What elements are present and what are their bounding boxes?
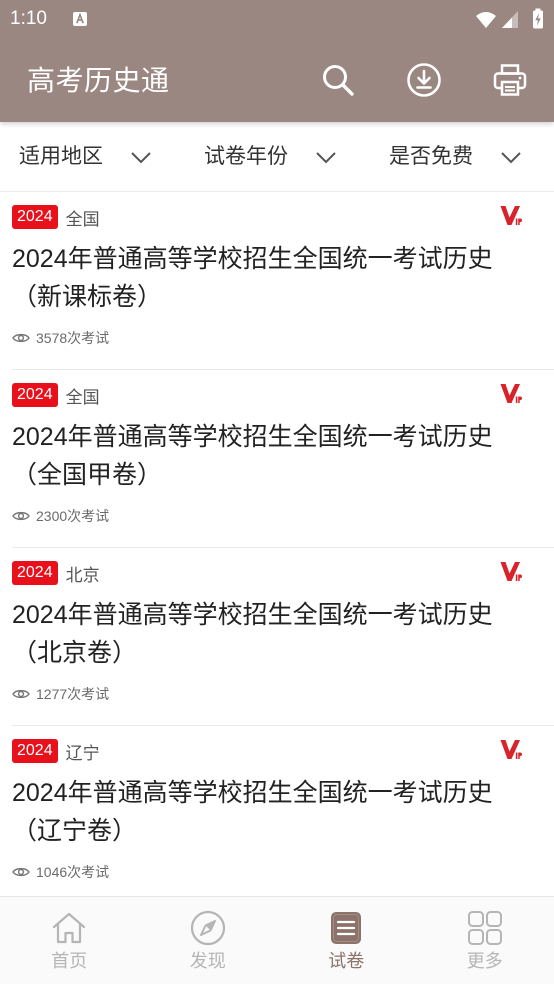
app-bar: 高考历史通	[0, 40, 554, 122]
paper-title: 2024年普通高等学校招生全国统一考试历史（辽宁卷）	[12, 779, 493, 845]
search-icon	[323, 65, 354, 96]
region-label: 辽宁	[65, 743, 100, 763]
nav-label-discover: 发现	[189, 951, 226, 971]
year-badge: 2024	[12, 561, 58, 585]
download-icon	[407, 63, 441, 97]
chevron-down-icon	[501, 152, 521, 164]
region-label: 北京	[65, 565, 100, 585]
eye-icon	[12, 867, 30, 877]
filter-free-label: 是否免费	[389, 145, 473, 168]
year-badge: 2024	[12, 205, 58, 229]
paper-list-item[interactable]: 2024 全国 2024年普通高等学校招生全国统一考试历史（新课标卷） 3578…	[12, 192, 554, 370]
nav-label-more: 更多	[466, 951, 503, 971]
home-icon	[53, 912, 86, 944]
region-label: 全国	[65, 209, 100, 229]
paper-list-item[interactable]: 2024 辽宁 2024年普通高等学校招生全国统一考试历史（辽宁卷） 1046次…	[12, 726, 554, 904]
paper-title: 2024年普通高等学校招生全国统一考试历史（新课标卷）	[12, 245, 493, 311]
nav-item-discover[interactable]: 发现	[139, 897, 278, 984]
view-count: 3578次考试	[36, 330, 110, 346]
paper-meta: 1046次考试	[12, 862, 542, 882]
year-badge: 2024	[12, 739, 58, 763]
print-icon	[493, 64, 527, 96]
paper-list-item[interactable]: 2024 全国 2024年普通高等学校招生全国统一考试历史（全国甲卷） 2300…	[12, 370, 554, 548]
status-icons	[476, 8, 543, 29]
bottom-nav: 首页 发现 试卷 更多	[0, 896, 554, 984]
filter-region-label: 适用地区	[19, 145, 103, 168]
compass-icon	[190, 910, 225, 946]
view-count: 1277次考试	[36, 686, 110, 702]
vip-icon	[500, 740, 522, 759]
paper-head: 2024 辽宁	[12, 739, 542, 763]
paper-meta: 3578次考试	[12, 328, 542, 348]
nav-item-home[interactable]: 首页	[0, 897, 139, 984]
chevron-down-icon	[131, 152, 151, 164]
paper-title: 2024年普通高等学校招生全国统一考试历史（全国甲卷）	[12, 423, 493, 489]
filter-year-label: 试卷年份	[204, 145, 288, 168]
view-count: 2300次考试	[36, 508, 110, 524]
eye-icon	[12, 689, 30, 699]
app-title: 高考历史通	[27, 65, 170, 96]
battery-charging-icon	[533, 8, 543, 29]
eye-icon	[12, 333, 30, 343]
paper-head: 2024 全国	[12, 383, 542, 407]
signal-icon	[502, 11, 518, 28]
status-bar: 1:10	[0, 0, 554, 40]
paper-head: 2024 北京	[12, 561, 542, 585]
wifi-icon	[476, 12, 496, 28]
print-button[interactable]	[488, 58, 532, 102]
paper-list[interactable]: 2024 全国 2024年普通高等学校招生全国统一考试历史（新课标卷） 3578…	[0, 192, 554, 984]
paper-list-item[interactable]: 2024 北京 2024年普通高等学校招生全国统一考试历史（北京卷） 1277次…	[12, 548, 554, 726]
paper-meta: 2300次考试	[12, 506, 542, 526]
nav-label-papers: 试卷	[328, 951, 365, 971]
vip-icon	[500, 206, 522, 225]
region-label: 全国	[65, 387, 100, 407]
vip-icon	[500, 562, 522, 581]
search-button[interactable]	[316, 58, 360, 102]
download-button[interactable]	[402, 58, 446, 102]
chevron-down-icon	[316, 152, 336, 164]
filter-year[interactable]: 试卷年份	[185, 122, 369, 191]
paper-icon	[331, 912, 362, 944]
eye-icon	[12, 511, 30, 521]
year-badge: 2024	[12, 383, 58, 407]
filter-bar: 适用地区 试卷年份 是否免费	[0, 122, 554, 192]
nav-item-papers[interactable]: 试卷	[277, 897, 416, 984]
paper-meta: 1277次考试	[12, 684, 542, 704]
nav-item-more[interactable]: 更多	[416, 897, 554, 984]
grid-icon	[467, 911, 502, 945]
app-header: 1:10 高考历史通	[0, 0, 554, 122]
nav-label-home: 首页	[51, 951, 88, 971]
paper-title: 2024年普通高等学校招生全国统一考试历史（北京卷）	[12, 601, 493, 667]
paper-head: 2024 全国	[12, 205, 542, 229]
status-time: 1:10	[10, 8, 47, 29]
vip-icon	[500, 384, 522, 403]
notification-a-icon	[73, 12, 87, 26]
view-count: 1046次考试	[36, 864, 110, 880]
filter-free[interactable]: 是否免费	[370, 122, 554, 191]
filter-region[interactable]: 适用地区	[0, 122, 184, 191]
